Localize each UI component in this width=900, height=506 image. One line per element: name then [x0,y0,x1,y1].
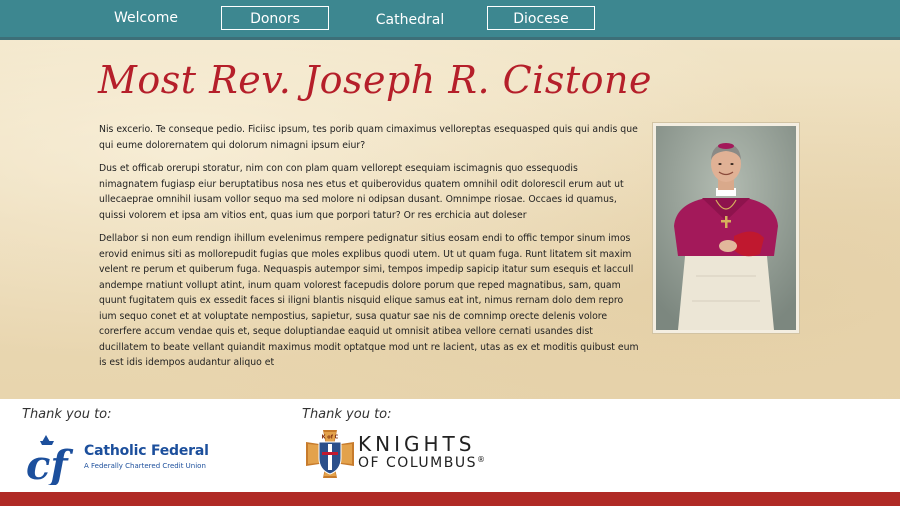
page-title: Most Rev. Joseph R. Cistone [98,58,652,102]
knights-of-columbus-logo[interactable]: K of C KNIGHTS OF COLUMBUS® [304,428,534,484]
kc-emblem-text: K of C [322,435,339,441]
biography-paragraph-3: Dellabor si non eum rendign ihillum evel… [99,233,639,368]
content-panel: Most Rev. Joseph R. Cistone Nis excerio.… [0,40,900,399]
catholic-federal-logo[interactable]: cf Catholic Federal A Federally Chartere… [24,429,224,485]
nav-diocese[interactable]: Diocese [487,6,595,30]
registered-mark: ® [476,455,487,464]
top-navigation: Welcome Donors Cathedral Diocese [0,0,900,37]
knights-of-columbus-emblem-icon: K of C [306,430,354,478]
footer-bar [0,492,900,506]
nav-cathedral[interactable]: Cathedral [362,8,458,32]
sponsor-name-line-2-text: OF COLUMBUS [358,455,477,471]
sponsor-name: Catholic Federal [84,443,209,459]
sponsor-name-line-2: OF COLUMBUS® [358,455,486,471]
bishop-portrait-image [656,126,796,330]
catholic-federal-logo-icon: cf [26,435,73,485]
sponsor-section: Thank you to: Thank you to: cf Catholic … [0,399,900,492]
sponsor-name-line-1: KNIGHTS [358,432,476,456]
cf-mark-text: cf [26,442,73,485]
biography-text: Nis excerio. Te conseque pedio. Ficiisc … [99,122,639,379]
thank-you-label: Thank you to: [22,407,112,422]
biography-paragraph-2: Dus et officab orerupi storatur, nim con… [99,163,624,221]
nav-donors[interactable]: Donors [221,6,329,30]
biography-paragraph-1: Nis excerio. Te conseque pedio. Ficiisc … [99,124,638,151]
nav-welcome[interactable]: Welcome [98,6,194,30]
sponsor-tagline: A Federally Chartered Credit Union [84,462,206,470]
thank-you-label: Thank you to: [302,407,392,422]
bishop-portrait [652,122,800,334]
